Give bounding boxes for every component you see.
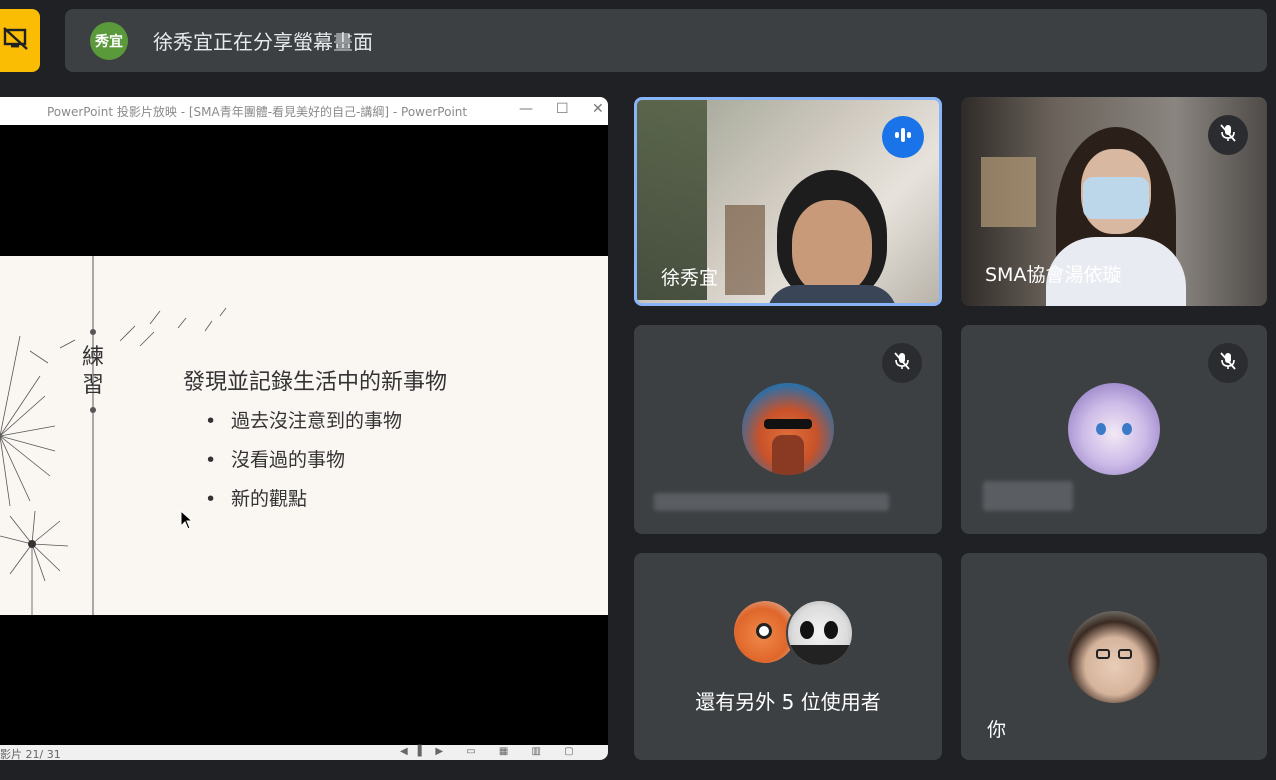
presentation-banner: 秀宜 徐秀宜正在分享螢幕畫面 xyxy=(65,9,1267,72)
slide-bullet: • 沒看過的事物 xyxy=(205,449,346,471)
mic-muted-indicator xyxy=(1208,343,1248,383)
slide: 練習 發現並記錄生活中的新事物 • 過去沒注意到的事物 • 沒看過的事物 • 新的觀點 xyxy=(0,256,608,615)
slide-bullet: • 過去沒注意到的事物 xyxy=(205,410,403,432)
mic-off-icon xyxy=(892,351,912,375)
participant-avatar xyxy=(1068,383,1160,475)
minimize-icon: — xyxy=(519,101,533,117)
slide-dot-top xyxy=(90,329,96,335)
slide-divider-line xyxy=(92,256,94,615)
mic-off-icon xyxy=(1218,351,1238,375)
slide-counter: 影片 21/ 31 xyxy=(0,748,61,760)
others-count-label: 還有另外 5 位使用者 xyxy=(695,690,881,714)
powerpoint-statusbar: 影片 21/ 31 ◀▌▶ ▭ ▦ ▥ ▢ xyxy=(0,745,608,760)
mic-muted-indicator xyxy=(1208,115,1248,155)
slide-title: 發現並記錄生活中的新事物 xyxy=(183,370,448,395)
dandelion-illustration xyxy=(0,307,227,615)
speaking-indicator xyxy=(882,116,924,158)
audio-level-icon xyxy=(892,126,914,148)
participant-avatar xyxy=(786,599,854,667)
participant-tile[interactable] xyxy=(634,325,942,534)
mic-off-icon xyxy=(1218,123,1238,147)
mic-muted-indicator xyxy=(882,343,922,383)
participant-name: SMA協會湯依璇 xyxy=(985,264,1122,286)
mouse-cursor-icon xyxy=(180,510,194,530)
participant-name: 徐秀宜 xyxy=(661,267,719,289)
stop-presenting-button[interactable] xyxy=(0,9,40,72)
slide-vertical-label: 練習 xyxy=(81,345,104,398)
powerpoint-titlebar: PowerPoint 投影片放映 - [SMA青年團體-看見美好的自己-講綱] … xyxy=(0,97,608,125)
powerpoint-window-title: PowerPoint 投影片放映 - [SMA青年團體-看見美好的自己-講綱] … xyxy=(47,105,468,119)
participant-avatar xyxy=(742,383,834,475)
self-tile[interactable]: 你 xyxy=(961,553,1267,760)
self-name: 你 xyxy=(987,719,1007,741)
participant-tile[interactable]: 徐秀宜 xyxy=(634,97,942,306)
participant-tile[interactable]: SMA協會湯依璇 xyxy=(961,97,1267,306)
participant-name-redacted xyxy=(654,493,889,511)
close-icon: ✕ xyxy=(592,101,604,117)
presenter-avatar: 秀宜 xyxy=(90,21,128,60)
slide-bullet: • 新的觀點 xyxy=(205,488,308,510)
self-avatar xyxy=(1068,611,1160,703)
maximize-icon: ☐ xyxy=(556,101,569,117)
others-tile[interactable]: 還有另外 5 位使用者 xyxy=(634,553,942,760)
shared-screen: PowerPoint 投影片放映 - [SMA青年團體-看見美好的自己-講綱] … xyxy=(0,97,608,760)
view-controls-icon: ◀▌▶ ▭ ▦ ▥ ▢ xyxy=(400,746,584,757)
participant-name-redacted xyxy=(983,481,1073,511)
participant-tile[interactable] xyxy=(961,325,1267,534)
stop-presenting-icon xyxy=(2,26,30,56)
slide-dot-bottom xyxy=(90,407,96,413)
presentation-banner-text: 徐秀宜正在分享螢幕畫面 xyxy=(153,30,373,54)
